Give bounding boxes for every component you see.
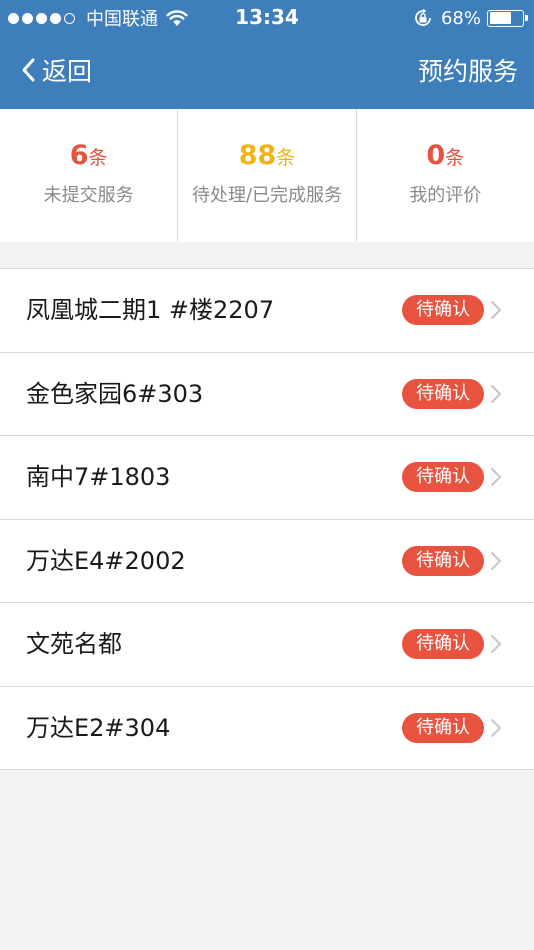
stat-label: 未提交服务: [43, 185, 134, 206]
chevron-right-icon: [490, 300, 502, 320]
status-badge: 待确认: [402, 295, 484, 325]
list-item[interactable]: 万达E2#304 待确认: [0, 687, 534, 770]
battery-percent: 68%: [440, 7, 481, 29]
status-badge: 待确认: [402, 545, 484, 576]
stat-my-reviews[interactable]: 0条 我的评价: [355, 109, 534, 242]
list-item[interactable]: 文苑名都 待确认: [0, 603, 534, 687]
status-badge: 待确认: [402, 712, 484, 743]
chevron-right-icon: [490, 551, 502, 570]
chevron-right-icon: [490, 384, 502, 403]
stat-label: 待处理/已完成服务: [191, 185, 343, 206]
battery-fill: [489, 12, 512, 24]
orientation-lock-icon: [415, 8, 431, 26]
status-right: 68%: [413, 6, 528, 30]
stat-unsubmitted[interactable]: 6条 未提交服务: [0, 109, 177, 242]
stats-row: 6条 未提交服务 88条 待处理/已完成服务 0条 我的评价: [0, 109, 534, 242]
status-badge: 待确认: [402, 462, 484, 492]
stat-number: 0: [426, 140, 446, 171]
stat-number: 88: [238, 140, 277, 171]
back-button[interactable]: 返回: [20, 50, 92, 90]
chevron-left-icon: [22, 58, 35, 82]
list-item[interactable]: 南中7#1803 待确认: [0, 436, 534, 520]
item-title: 万达E4#2002: [26, 546, 186, 575]
stat-label: 我的评价: [409, 185, 482, 206]
stat-pending-completed[interactable]: 88条 待处理/已完成服务: [177, 109, 355, 242]
top-bar: 中国联通 13:34 68% 返回 预约服务: [0, 0, 534, 109]
stat-value: 88条: [178, 139, 355, 173]
stat-number: 6: [69, 140, 89, 171]
stat-value: 0条: [357, 139, 534, 173]
nav-bar: 返回 预约服务: [0, 36, 534, 109]
stat-unit: 条: [88, 147, 108, 169]
list-item[interactable]: 金色家园6#303 待确认: [0, 353, 534, 436]
chevron-right-icon: [490, 634, 502, 654]
item-title: 文苑名都: [26, 630, 122, 658]
item-title: 凤凰城二期1 #楼2207: [26, 296, 275, 324]
stat-unit: 条: [276, 147, 296, 169]
status-bar: 中国联通 13:34 68%: [0, 0, 534, 36]
back-label: 返回: [42, 57, 93, 86]
item-title: 万达E2#304: [26, 713, 171, 742]
list-item[interactable]: 凤凰城二期1 #楼2207 待确认: [0, 269, 534, 353]
stat-unit: 条: [445, 147, 465, 169]
status-badge: 待确认: [402, 378, 484, 409]
status-badge: 待确认: [402, 629, 484, 659]
chevron-right-icon: [490, 718, 502, 737]
service-list: 凤凰城二期1 #楼2207 待确认 金色家园6#303 待确认 南中7#1803…: [0, 268, 534, 770]
battery-icon: [487, 9, 528, 27]
item-title: 金色家园6#303: [26, 379, 204, 408]
list-item[interactable]: 万达E4#2002 待确认: [0, 520, 534, 603]
item-title: 南中7#1803: [26, 463, 171, 491]
stat-value: 6条: [0, 139, 177, 173]
book-service-button[interactable]: 预约服务: [418, 50, 518, 90]
chevron-right-icon: [490, 467, 502, 487]
